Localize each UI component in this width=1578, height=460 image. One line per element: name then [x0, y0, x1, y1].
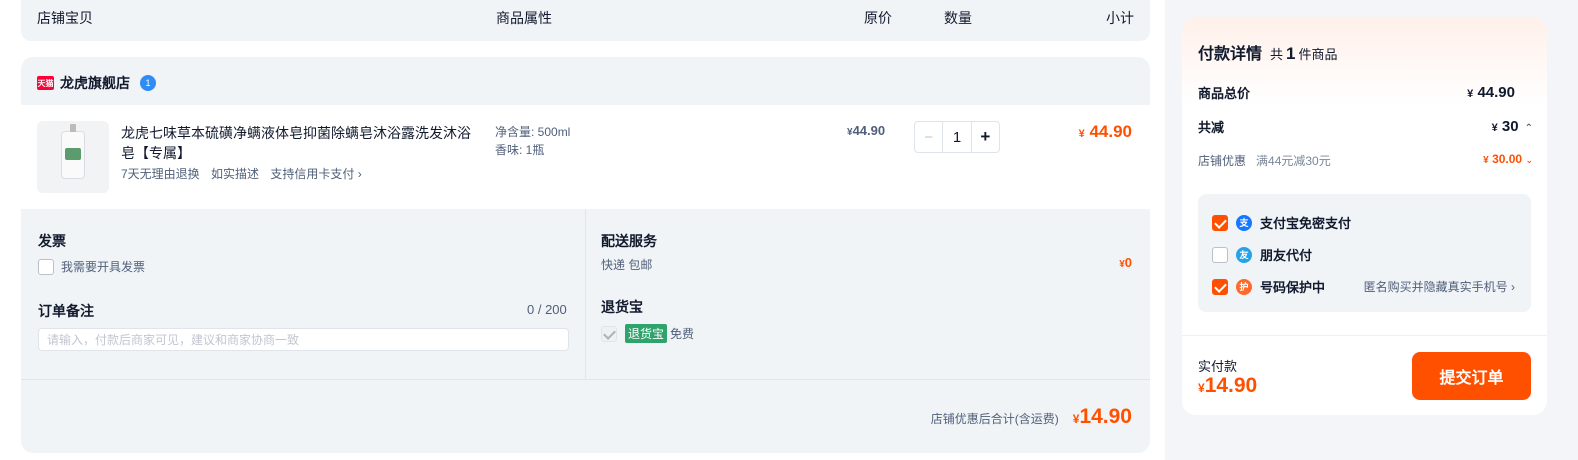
divider	[1182, 335, 1547, 336]
option-number-protect[interactable]: 护 号码保护中	[1212, 277, 1325, 296]
payment-title-row: 付款详情 共 1 件商品	[1198, 40, 1338, 64]
option-friend-pay[interactable]: 友 朋友代付	[1212, 245, 1312, 264]
table-header: 店铺宝贝 商品属性 原价 数量 小计	[21, 0, 1150, 41]
invoice-option[interactable]: 我需要开具发票	[38, 258, 145, 275]
quantity-stepper: − 1 +	[914, 121, 1000, 153]
store-header: 天猫 龙虎旗舰店 1	[37, 73, 156, 93]
return-service-free: 免费	[670, 327, 695, 341]
number-protect-checkbox[interactable]	[1212, 278, 1228, 295]
number-protect-note[interactable]: 匿名购买并隐藏真实手机号 ›	[1364, 278, 1515, 295]
delivery-fee: ¥0	[1119, 255, 1132, 270]
number-protect-icon: 护	[1236, 278, 1252, 295]
delivery-method: 快递 包邮	[601, 258, 653, 272]
friend-pay-icon: 友	[1236, 246, 1252, 263]
delivery-title: 配送服务	[601, 233, 657, 249]
product-attributes: 净含量: 500ml 香味: 1瓶	[495, 123, 570, 159]
tag-return: 7天无理由退换	[121, 167, 200, 181]
header-attributes: 商品属性	[496, 10, 552, 26]
divider	[585, 209, 586, 380]
number-protect-label: 号码保护中	[1260, 280, 1326, 295]
return-service-title: 退货宝	[601, 299, 643, 315]
note-char-count: 0 / 200	[527, 302, 567, 317]
invoice-checkbox[interactable]	[38, 258, 54, 275]
friend-pay-label: 朋友代付	[1260, 248, 1313, 263]
store-discount-label: 店铺优惠	[1198, 154, 1247, 168]
friend-pay-checkbox[interactable]	[1212, 246, 1228, 263]
discount-label: 共减	[1198, 120, 1225, 135]
header-subtotal: 小计	[1106, 10, 1134, 26]
qty-minus-button[interactable]: −	[915, 122, 944, 152]
header-store-item: 店铺宝贝	[37, 10, 93, 26]
store-total-value: ¥14.90	[1072, 405, 1132, 428]
divider	[21, 379, 1150, 380]
qty-plus-button[interactable]: +	[970, 122, 999, 152]
store-name[interactable]: 龙虎旗舰店	[60, 73, 130, 93]
actual-pay-label: 实付款	[1198, 359, 1238, 374]
original-price: ¥44.90	[847, 123, 886, 138]
alipay-label: 支付宝免密支付	[1260, 216, 1352, 231]
order-panel: 店铺宝贝 商品属性 原价 数量 小计 天猫 龙虎旗舰店 1 龙虎七味草本硫磺净螨…	[0, 0, 1165, 460]
product-tags: 7天无理由退换 如实描述 支持信用卡支付 ›	[121, 165, 370, 182]
alipay-icon: 支	[1236, 214, 1252, 231]
attr-scent: 香味: 1瓶	[495, 143, 545, 157]
store-discount-desc: 满44元减30元	[1256, 154, 1331, 168]
item-subtotal: ¥ 44.90	[1078, 122, 1132, 141]
total-price-label: 商品总价	[1198, 86, 1251, 101]
option-alipay[interactable]: 支 支付宝免密支付	[1212, 213, 1351, 232]
item-count: 共 1 件商品	[1270, 44, 1338, 63]
tag-credit-card[interactable]: 支持信用卡支付 ›	[270, 167, 361, 181]
product-row: 龙虎七味草本硫磺净螨液体皂抑菌除螨皂沐浴露洗发沐浴皂【专属】 7天无理由退换 如…	[21, 105, 1150, 209]
qty-value[interactable]: 1	[943, 122, 970, 152]
header-original-price: 原价	[864, 10, 892, 26]
order-note-input[interactable]	[38, 328, 569, 351]
submit-order-button[interactable]: 提交订单	[1412, 352, 1531, 400]
store-discount-value[interactable]: ¥ 30.00 ⌄	[1483, 152, 1533, 169]
store-card: 天猫 龙虎旗舰店 1 龙虎七味草本硫磺净螨液体皂抑菌除螨皂沐浴露洗发沐浴皂【专属…	[21, 57, 1150, 453]
alipay-checkbox[interactable]	[1212, 214, 1228, 231]
tmall-logo-icon: 天猫	[37, 76, 54, 90]
payment-options: 支 支付宝免密支付 友 朋友代付 护 号码保护中 匿名购买并隐藏真实手机号 ›	[1198, 194, 1531, 312]
invoice-checkbox-label: 我需要开具发票	[61, 260, 146, 274]
payment-details-card: 付款详情 共 1 件商品 商品总价 ¥ 44.90 共减 ¥ 30 ⌃ 店铺优惠 满4…	[1182, 17, 1547, 415]
invoice-title: 发票	[38, 233, 66, 249]
discount-row[interactable]: 共减 ¥ 30 ⌃	[1198, 117, 1533, 136]
header-quantity: 数量	[944, 10, 972, 26]
payment-title: 付款详情	[1198, 46, 1263, 63]
store-total-label: 店铺优惠后合计(含运费)	[930, 412, 1059, 426]
actual-pay-value: ¥14.90	[1198, 374, 1258, 397]
attr-net-content: 净含量: 500ml	[495, 125, 571, 139]
note-title: 订单备注	[38, 303, 94, 319]
chevron-down-icon: ⌄	[1525, 155, 1533, 165]
product-thumbnail[interactable]	[37, 121, 109, 193]
bottle-image-icon	[61, 124, 85, 179]
return-service-option: 退货宝 免费	[601, 324, 694, 343]
store-total: 店铺优惠后合计(含运费) ¥14.90	[931, 405, 1132, 429]
tag-accurate: 如实描述	[211, 167, 260, 181]
store-discount-row: 店铺优惠 满44元减30元 ¥ 30.00 ⌄	[1198, 152, 1533, 169]
product-title[interactable]: 龙虎七味草本硫磺净螨液体皂抑菌除螨皂沐浴露洗发沐浴皂【专属】	[121, 123, 476, 163]
chat-icon[interactable]: 1	[140, 75, 156, 91]
discount-value: ¥ 30 ⌃	[1491, 118, 1533, 135]
return-service-badge: 退货宝	[625, 324, 668, 343]
chevron-up-icon[interactable]: ⌃	[1525, 123, 1533, 134]
total-price-row: 商品总价 ¥ 44.90	[1198, 83, 1533, 102]
total-price-value: ¥ 44.90	[1467, 84, 1515, 101]
return-service-checkbox	[601, 325, 617, 342]
